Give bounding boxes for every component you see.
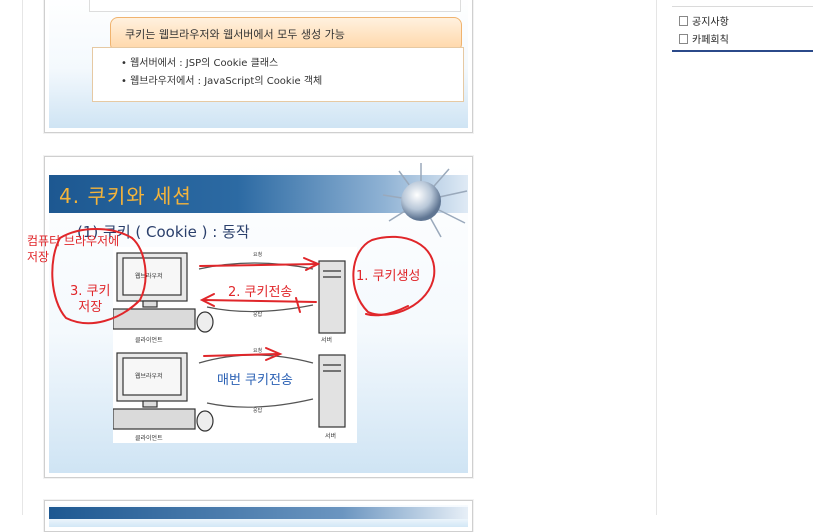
board-icon [679, 34, 688, 44]
margin-note: 컴퓨터 브라우저에 저장 [27, 234, 120, 264]
slide-bottom-title-band [49, 507, 468, 519]
sidebar-bottom-rule [672, 50, 813, 52]
sidebar-top-rule [672, 6, 813, 7]
sidebar-item-label: 카페회칙 [692, 35, 729, 46]
red-annotation-strokes [51, 228, 436, 361]
step3-label: 3. 쿠키 저장 [70, 284, 111, 315]
sidebar-item-label: 공지사항 [692, 17, 729, 28]
step2-label: 2. 쿠키전송 [228, 285, 293, 300]
sidebar-item-cafe-rules[interactable]: 카페회칙 [679, 31, 729, 46]
slide-bottom-background [49, 505, 468, 527]
sidebar-item-notice[interactable]: 공지사항 [679, 13, 729, 28]
slide-image-bottom [44, 500, 473, 532]
step1-label: 1. 쿠키생성 [356, 269, 421, 284]
board-icon [679, 16, 688, 26]
